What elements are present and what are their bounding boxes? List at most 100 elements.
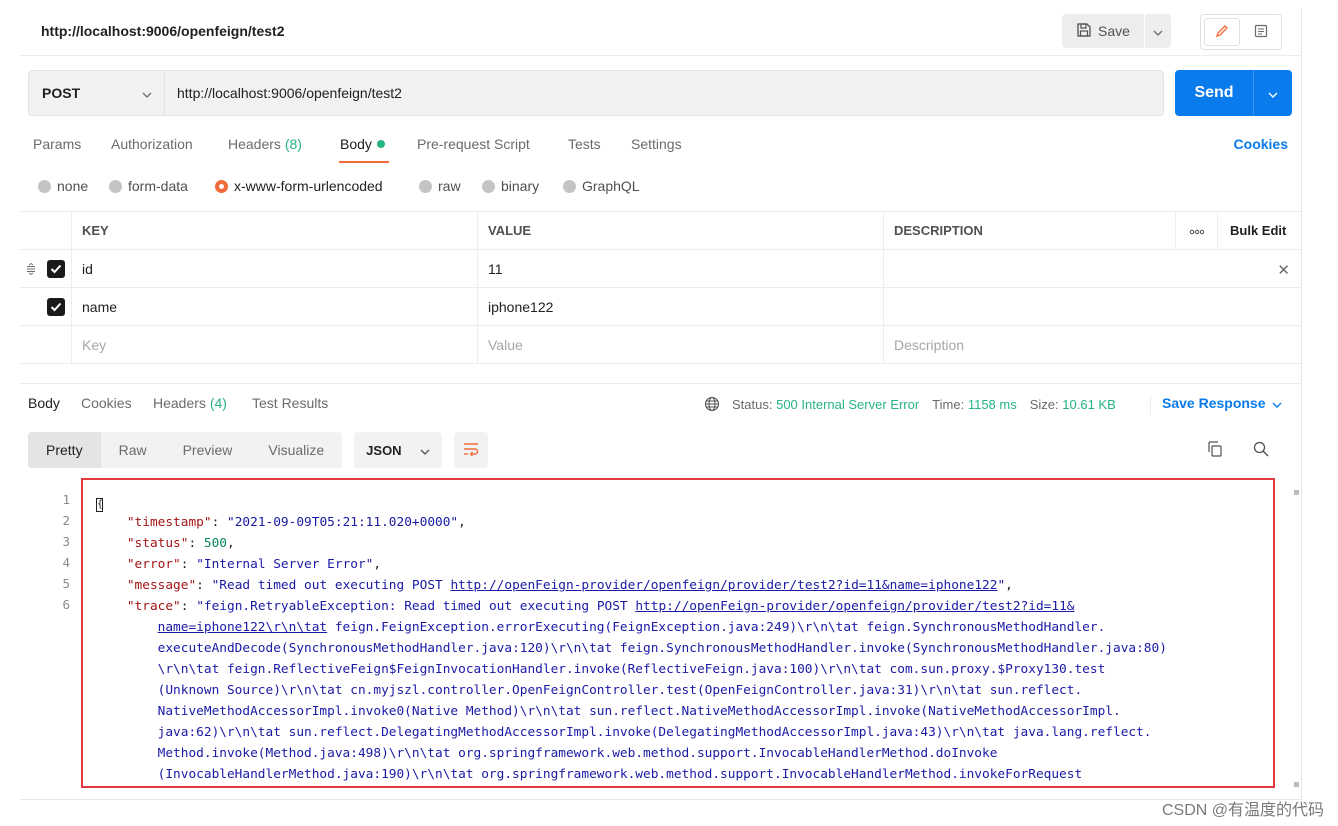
line-number: 2 bbox=[62, 513, 70, 528]
tab-settings[interactable]: Settings bbox=[631, 136, 682, 152]
close-icon[interactable]: ✕ bbox=[1277, 261, 1290, 279]
tab-label: Pre-request Script bbox=[417, 136, 530, 152]
tab-label: Headers bbox=[153, 395, 206, 411]
line-number: 1 bbox=[62, 492, 70, 507]
url-input[interactable]: http://localhost:9006/openfeign/test2 bbox=[165, 85, 402, 101]
tab-label: Headers bbox=[228, 136, 281, 152]
watermark-text: CSDN @有温度的代码 bbox=[1161, 802, 1324, 819]
tab-params[interactable]: Params bbox=[33, 136, 81, 152]
globe-icon[interactable] bbox=[704, 396, 720, 412]
body-params-table: KEY VALUE DESCRIPTION Bulk Edit id 11 ✕ bbox=[20, 211, 1302, 364]
json-link[interactable]: http://openFeign-provider/openfeign/prov… bbox=[450, 578, 997, 593]
search-icon[interactable] bbox=[1252, 440, 1270, 461]
send-group: Send bbox=[1175, 70, 1292, 116]
body-type-radios: none form-data x-www-form-urlencoded raw… bbox=[20, 178, 920, 200]
language-select[interactable]: JSON bbox=[354, 432, 443, 468]
table-row-empty: Key Value Description bbox=[20, 326, 1302, 364]
chevron-down-icon bbox=[142, 85, 152, 101]
response-divider[interactable] bbox=[20, 383, 1302, 384]
json-key: "trace" bbox=[126, 599, 181, 614]
new-value-input[interactable]: Value bbox=[477, 326, 883, 363]
body-type-graphql[interactable]: GraphQL bbox=[563, 178, 640, 194]
row-enabled-checkbox[interactable] bbox=[47, 260, 65, 278]
json-key: "message" bbox=[126, 578, 197, 593]
body-type-raw[interactable]: raw bbox=[419, 178, 461, 194]
time-value[interactable]: 1158 ms bbox=[968, 397, 1017, 412]
param-key[interactable]: id bbox=[71, 250, 477, 287]
request-tabs: Params Authorization Headers (8) Body Pr… bbox=[20, 134, 1302, 170]
method-select[interactable]: POST bbox=[29, 70, 165, 116]
param-description[interactable] bbox=[883, 288, 1302, 325]
json-value: " bbox=[997, 578, 1006, 593]
param-description[interactable] bbox=[883, 250, 1302, 287]
line-number: 4 bbox=[62, 555, 70, 570]
json-key: "status" bbox=[126, 536, 189, 551]
radio-label: none bbox=[57, 178, 89, 194]
active-tab-underline bbox=[339, 161, 389, 163]
new-description-input[interactable]: Description bbox=[883, 326, 1302, 363]
json-value: \r\n\tat feign.ReflectiveFeign$FeignInvo… bbox=[157, 662, 1106, 677]
radio-icon bbox=[38, 179, 51, 193]
size-value[interactable]: 10.61 KB bbox=[1062, 397, 1116, 412]
response-tab-test-results[interactable]: Test Results bbox=[252, 395, 328, 411]
body-type-none[interactable]: none bbox=[38, 178, 88, 194]
save-options-button[interactable] bbox=[1145, 14, 1171, 48]
new-key-input[interactable]: Key bbox=[71, 326, 477, 363]
radio-label: binary bbox=[501, 178, 540, 194]
drag-handle-icon[interactable] bbox=[25, 262, 37, 278]
json-value: feign.FeignException.errorExecuting(Feig… bbox=[327, 620, 1106, 635]
response-headers-count: (4) bbox=[209, 395, 227, 411]
response-body-viewer[interactable]: 1 2 3 4 5 6 { "timestamp": "2021-09-09T0… bbox=[20, 478, 1302, 800]
bulk-edit-button[interactable]: Bulk Edit bbox=[1217, 212, 1302, 249]
json-value: (InvocableHandlerMethod.java:190)\r\n\ta… bbox=[157, 767, 1083, 782]
documentation-mode-button[interactable] bbox=[1243, 18, 1279, 46]
send-options-button[interactable] bbox=[1253, 70, 1291, 116]
json-code[interactable]: { "timestamp": "2021-09-09T05:21:11.020+… bbox=[96, 491, 1167, 785]
save-button[interactable]: Save bbox=[1062, 14, 1144, 48]
response-tab-headers[interactable]: Headers (4) bbox=[153, 395, 227, 411]
request-title[interactable]: http://localhost:9006/openfeign/test2 bbox=[41, 23, 284, 39]
response-tab-cookies[interactable]: Cookies bbox=[81, 395, 132, 411]
radio-selected-icon bbox=[215, 179, 228, 193]
format-tab-pretty[interactable]: Pretty bbox=[28, 432, 101, 468]
copy-icon[interactable] bbox=[1206, 440, 1224, 461]
send-button[interactable]: Send bbox=[1175, 84, 1253, 102]
body-type-form-data[interactable]: form-data bbox=[109, 178, 188, 194]
json-key: "error" bbox=[126, 557, 181, 572]
body-type-binary[interactable]: binary bbox=[482, 178, 539, 194]
tab-tests[interactable]: Tests bbox=[568, 136, 601, 152]
wrap-lines-icon bbox=[462, 441, 480, 460]
status-value[interactable]: 500 Internal Server Error bbox=[776, 397, 919, 412]
param-value[interactable]: 11 bbox=[477, 250, 883, 287]
response-tabs: Body Cookies Headers (4) Test Results St… bbox=[20, 393, 1302, 423]
chevron-down-icon bbox=[420, 443, 430, 458]
format-tab-preview[interactable]: Preview bbox=[165, 432, 251, 468]
json-link[interactable]: http://openFeign-provider/openfeign/prov… bbox=[635, 599, 1074, 614]
json-link[interactable]: name=iphone122\r\n\tat bbox=[158, 620, 328, 635]
tab-headers[interactable]: Headers (8) bbox=[228, 136, 302, 152]
radio-label: raw bbox=[438, 178, 461, 194]
scrollbar-marker-bottom[interactable] bbox=[1294, 782, 1299, 787]
edit-mode-button[interactable] bbox=[1204, 18, 1240, 46]
format-tab-raw[interactable]: Raw bbox=[101, 432, 165, 468]
open-brace: { bbox=[96, 498, 103, 512]
time-label: Time: bbox=[932, 396, 965, 412]
tab-pre-request-script[interactable]: Pre-request Script bbox=[417, 136, 530, 152]
body-type-x-www-form-urlencoded[interactable]: x-www-form-urlencoded bbox=[215, 178, 383, 194]
column-options-button[interactable] bbox=[1175, 212, 1217, 249]
response-tab-body[interactable]: Body bbox=[28, 395, 60, 411]
response-status-bar: Status: 500 Internal Server Error Time: … bbox=[704, 393, 1116, 415]
column-header-key: KEY bbox=[71, 212, 477, 249]
save-response-button[interactable]: Save Response bbox=[1150, 395, 1282, 415]
tab-body[interactable]: Body bbox=[340, 136, 385, 152]
cookies-link[interactable]: Cookies bbox=[1234, 136, 1288, 152]
row-enabled-checkbox[interactable] bbox=[47, 298, 65, 316]
wrap-lines-button[interactable] bbox=[454, 432, 489, 468]
format-tab-visualize[interactable]: Visualize bbox=[250, 432, 342, 468]
tab-authorization[interactable]: Authorization bbox=[111, 136, 193, 152]
json-key: "timestamp" bbox=[126, 515, 212, 530]
scrollbar-marker-top[interactable] bbox=[1294, 490, 1299, 495]
radio-icon bbox=[419, 179, 432, 193]
param-key[interactable]: name bbox=[71, 288, 477, 325]
param-value[interactable]: iphone122 bbox=[477, 288, 883, 325]
